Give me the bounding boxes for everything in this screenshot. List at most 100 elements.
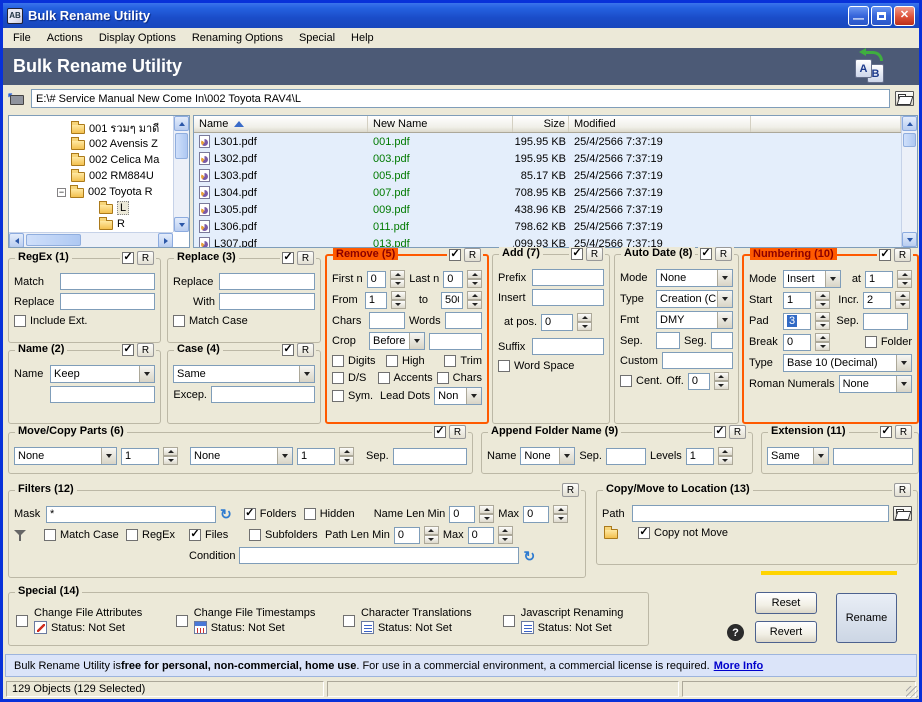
file-row[interactable]: L303.pdf 005.pdf 85.17 KB 25/4/2566 7:37…: [194, 167, 901, 184]
regex-enable-checkbox[interactable]: [122, 252, 134, 264]
move-to-n-input[interactable]: [297, 448, 335, 465]
folders-checkbox[interactable]: [244, 508, 256, 520]
ds-checkbox[interactable]: [332, 372, 344, 384]
suffix-input[interactable]: [532, 338, 604, 355]
file-row[interactable]: L304.pdf 007.pdf 708.95 KB 25/4/2566 7:3…: [194, 184, 901, 201]
append-folder-reset-button[interactable]: R: [729, 425, 746, 439]
tree-item[interactable]: 002 Celica Ma: [9, 152, 173, 168]
reset-button[interactable]: Reset: [755, 592, 817, 614]
browse-folder-icon[interactable]: [895, 91, 914, 106]
numbering-pad-input[interactable]: 3: [783, 313, 811, 330]
name-fixed-input[interactable]: [50, 386, 155, 403]
move-copy-reset-button[interactable]: R: [449, 425, 466, 439]
file-row[interactable]: L301.pdf 001.pdf 195.95 KB 25/4/2566 7:3…: [194, 133, 901, 150]
javascript-renaming-checkbox[interactable]: [503, 615, 515, 627]
scroll-down-icon[interactable]: [902, 232, 917, 247]
high-checkbox[interactable]: [386, 355, 398, 367]
move-from-spinner[interactable]: [163, 447, 178, 465]
copy-not-move-checkbox[interactable]: [638, 527, 650, 539]
translations-icon[interactable]: [361, 621, 374, 634]
start-spinner[interactable]: [815, 291, 830, 309]
menu-display-options[interactable]: Display Options: [91, 30, 184, 46]
add-enable-checkbox[interactable]: [571, 248, 583, 260]
sym-checkbox[interactable]: [332, 390, 344, 402]
auto-date-reset-button[interactable]: R: [715, 247, 732, 261]
numbering-break-input[interactable]: [783, 334, 811, 351]
trim-checkbox[interactable]: [444, 355, 456, 367]
tree-item[interactable]: R: [9, 216, 173, 232]
timestamps-icon[interactable]: [194, 621, 207, 634]
tree-item[interactable]: 002 Avensis Z: [9, 136, 173, 152]
remove-reset-button[interactable]: R: [464, 248, 481, 262]
javascript-icon[interactable]: [521, 621, 534, 634]
extension-enable-checkbox[interactable]: [880, 426, 892, 438]
file-row[interactable]: L307.pdf 013.pdf 1,099.93 KB 25/4/2566 7…: [194, 235, 901, 247]
remove-from-input[interactable]: [365, 292, 387, 309]
case-enable-checkbox[interactable]: [282, 344, 294, 356]
character-translations-checkbox[interactable]: [343, 615, 355, 627]
remove-words-input[interactable]: [445, 312, 482, 329]
last-n-spinner[interactable]: [467, 270, 482, 288]
extension-input[interactable]: [833, 448, 913, 465]
menu-renaming-options[interactable]: Renaming Options: [184, 30, 291, 46]
roman-numerals-select[interactable]: None: [839, 375, 912, 393]
collapse-icon[interactable]: −: [57, 188, 66, 197]
date-mode-select[interactable]: None: [656, 269, 733, 287]
date-custom-input[interactable]: [662, 352, 733, 369]
lead-dots-select[interactable]: Non: [434, 387, 482, 405]
subfolders-checkbox[interactable]: [249, 529, 261, 541]
at-pos-input[interactable]: [541, 314, 573, 331]
date-fmt-select[interactable]: DMY: [656, 311, 733, 329]
maximize-button[interactable]: [871, 6, 892, 26]
mask-input[interactable]: [46, 506, 216, 523]
extension-reset-button[interactable]: R: [895, 425, 912, 439]
case-mode-select[interactable]: Same: [173, 365, 315, 383]
date-seg-input[interactable]: [711, 332, 733, 349]
numbering-incr-input[interactable]: [863, 292, 891, 309]
move-from-select[interactable]: None: [14, 447, 117, 465]
minimize-button[interactable]: —: [848, 6, 869, 26]
chars-checkbox[interactable]: [437, 372, 449, 384]
scroll-down-icon[interactable]: [174, 217, 189, 232]
add-reset-button[interactable]: R: [586, 247, 603, 261]
break-spinner[interactable]: [815, 333, 830, 351]
prefix-input[interactable]: [532, 269, 604, 286]
name-len-min-input[interactable]: [449, 506, 475, 523]
menu-file[interactable]: File: [5, 30, 39, 46]
scroll-up-icon[interactable]: [902, 116, 917, 131]
menu-special[interactable]: Special: [291, 30, 343, 46]
file-row[interactable]: L306.pdf 011.pdf 798.62 KB 25/4/2566 7:3…: [194, 218, 901, 235]
path-len-max-spinner[interactable]: [498, 526, 513, 544]
location-path-input[interactable]: [632, 505, 889, 522]
append-levels-input[interactable]: [686, 448, 714, 465]
column-header-size[interactable]: Size: [513, 116, 569, 132]
name-len-max-input[interactable]: [523, 506, 549, 523]
copy-move-reset-button[interactable]: R: [894, 483, 911, 497]
replace-reset-button[interactable]: R: [297, 251, 314, 265]
to-spinner[interactable]: [467, 291, 482, 309]
append-sep-input[interactable]: [606, 448, 646, 465]
name-len-max-spinner[interactable]: [553, 505, 568, 523]
path-input[interactable]: [31, 89, 890, 108]
browse-folder-icon[interactable]: [893, 506, 912, 521]
move-copy-enable-checkbox[interactable]: [434, 426, 446, 438]
date-off-input[interactable]: [688, 373, 710, 390]
at-spinner[interactable]: [897, 270, 912, 288]
with-input[interactable]: [219, 293, 315, 310]
numbering-type-select[interactable]: Base 10 (Decimal): [783, 354, 912, 372]
regex-replace-input[interactable]: [60, 293, 155, 310]
case-reset-button[interactable]: R: [297, 343, 314, 357]
path-len-min-input[interactable]: [394, 527, 420, 544]
resize-grip[interactable]: [906, 686, 918, 698]
scrollbar-thumb[interactable]: [26, 234, 81, 246]
crop-input[interactable]: [429, 333, 482, 350]
tree-vertical-scrollbar[interactable]: [173, 116, 189, 232]
path-len-max-input[interactable]: [468, 527, 494, 544]
at-pos-spinner[interactable]: [577, 313, 592, 331]
regex-match-input[interactable]: [60, 273, 155, 290]
scroll-left-icon[interactable]: [9, 233, 24, 248]
regex-reset-button[interactable]: R: [137, 251, 154, 265]
replace-input[interactable]: [219, 273, 315, 290]
refresh-icon[interactable]: ↻: [220, 507, 232, 521]
filters-reset-button[interactable]: R: [562, 483, 579, 497]
